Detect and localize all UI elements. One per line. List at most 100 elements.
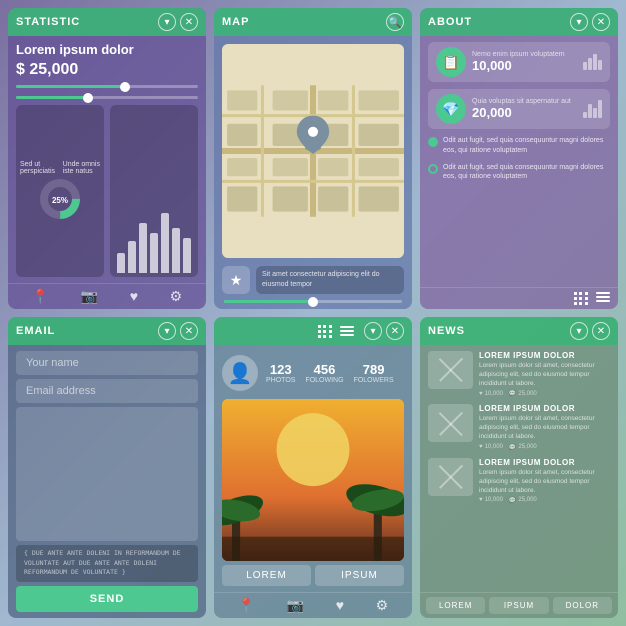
slider-2-thumb[interactable] [83,93,93,103]
social-followers-stat: 789 FOLOWERS [354,362,394,384]
slider-1-thumb[interactable] [120,82,130,92]
about-card-1: 📋 Nemo enim ipsum voluptatem 10,000 [428,42,610,82]
about-card2-label: Quia voluptas sit aspernatur aut [472,98,577,105]
grid-view-icon[interactable] [574,292,588,305]
about-footer [420,287,618,309]
settings-icon[interactable]: ⚙ [170,288,183,305]
about-panel: ABOUT ▾ ✕ 📋 Nemo enim ipsum voluptatem 1… [420,8,618,309]
about-card2-icon: 💎 [436,94,466,124]
social-following-stat: 456 FOLOWING [305,362,343,384]
map-desc-text: Sit amet consectetur adipiscing elit do … [262,270,398,290]
slider-2-fill [16,96,89,99]
social-camera-icon[interactable]: 📷 [287,597,304,614]
social-list-icon[interactable] [340,326,354,336]
map-container[interactable] [222,44,404,258]
news-text-2: LOREM IPSUM DOLOR Lorem ipsum dolor sit … [479,404,610,450]
news-dolor-button[interactable]: DOLOR [553,597,612,614]
news-item-1: LOREM IPSUM DOLOR Lorem ipsum dolor sit … [428,351,610,397]
statistic-title: STATISTIC [16,16,80,28]
about-radio-1[interactable] [428,137,438,147]
map-title: MAP [222,16,249,28]
about-card1-label: Nemo enim ipsum voluptatem [472,51,577,58]
lorem-button[interactable]: LOREM [222,565,311,586]
slider-2-row [16,96,198,99]
map-header-icons: 🔍 [386,13,404,31]
news-likes-3: ♥10,000 [479,497,503,503]
statistic-dropdown-icon[interactable]: ▾ [158,13,176,31]
bar-seg [598,60,602,70]
news-ipsum-button[interactable]: IPSUM [489,597,548,614]
about-close-icon[interactable]: ✕ [592,13,610,31]
social-following-num: 456 [314,362,336,377]
email-close-icon[interactable]: ✕ [180,322,198,340]
list-view-icon[interactable] [596,292,610,305]
location-icon[interactable]: 📍 [32,288,49,305]
bar-seg [588,58,592,70]
slider-1-track[interactable] [16,85,198,88]
social-body: 👤 123 PHOTOS 456 FOLOWING 789 FOLOWERS [214,345,412,592]
email-input[interactable] [16,379,198,403]
news-body-3: Lorem ipsum dolor sit amet, consectetur … [479,468,610,495]
social-stats: 123 PHOTOS 456 FOLOWING 789 FOLOWERS [266,362,394,384]
statistic-close-icon[interactable]: ✕ [180,13,198,31]
camera-icon[interactable]: 📷 [81,288,98,305]
message-textarea[interactable] [16,407,198,541]
about-radio-2[interactable] [428,164,438,174]
stat-label-2: Unde omnisiste natus [63,161,100,175]
bar-seg [593,54,597,70]
bar-seg [588,104,592,118]
social-location-icon[interactable]: 📍 [238,597,255,614]
news-dropdown-icon[interactable]: ▾ [570,322,588,340]
social-avatar: 👤 [222,355,258,391]
about-header: ABOUT ▾ ✕ [420,8,618,36]
statistic-header-icons: ▾ ✕ [158,13,198,31]
ipsum-button[interactable]: IPSUM [315,565,404,586]
name-input[interactable] [16,351,198,375]
bar-5 [161,213,169,273]
bar-seg [583,112,587,118]
social-following-label: FOLOWING [305,377,343,384]
bar-6 [172,228,180,273]
slider-1-row [16,85,198,88]
statistic-footer: 📍 📷 ♥ ⚙ [8,283,206,309]
email-dropdown-icon[interactable]: ▾ [158,322,176,340]
map-slider-track[interactable] [224,300,402,303]
stat-label-1: Sed utperspiciatis [20,161,55,175]
map-star-icon[interactable]: ★ [222,266,250,294]
social-close-icon[interactable]: ✕ [386,322,404,340]
donut-chart: 25% [38,177,82,221]
news-comments-1: 💬25,000 [509,390,537,397]
news-body: LOREM IPSUM DOLOR Lorem ipsum dolor sit … [420,345,618,592]
social-grid-icon[interactable] [318,325,332,338]
social-profile: 👤 123 PHOTOS 456 FOLOWING 789 FOLOWERS [222,351,404,395]
bar-seg [583,62,587,70]
social-header-icons: ▾ ✕ [318,322,404,340]
news-title-1: LOREM IPSUM DOLOR [479,351,610,360]
bar-4 [150,233,158,273]
statistic-bottom: Sed utperspiciatis Unde omnisiste natus … [16,105,198,277]
bar-1 [117,253,125,273]
news-body-2: Lorem ipsum dolor sit amet, consectetur … [479,414,610,441]
heart-icon[interactable]: ♥ [130,288,138,305]
news-lorem-button[interactable]: LOREM [426,597,485,614]
news-title-3: LOREM IPSUM DOLOR [479,458,610,467]
bar-seg [598,100,602,118]
news-likes-1: ♥10,000 [479,391,503,397]
map-slider-fill [224,300,313,303]
email-body: { DUE ANTE ANTE DOLENI IN REFORMANDUM DE… [8,345,206,618]
map-search-icon[interactable]: 🔍 [386,13,404,31]
statistic-lorem: Lorem ipsum dolor [16,42,198,57]
about-dropdown-icon[interactable]: ▾ [570,13,588,31]
news-close-icon[interactable]: ✕ [592,322,610,340]
send-button[interactable]: SEND [16,586,198,612]
social-settings-icon[interactable]: ⚙ [376,597,389,614]
map-panel: MAP 🔍 [214,8,412,309]
map-svg [222,44,404,258]
about-header-icons: ▾ ✕ [570,13,610,31]
slider-2-track[interactable] [16,96,198,99]
about-list-text-2: Odit aut fugit, sed quia consequuntur ma… [443,163,610,183]
map-slider-thumb[interactable] [308,297,318,307]
social-heart-icon[interactable]: ♥ [336,597,344,614]
news-comments-2: 💬25,000 [509,444,537,451]
social-dropdown-icon[interactable]: ▾ [364,322,382,340]
